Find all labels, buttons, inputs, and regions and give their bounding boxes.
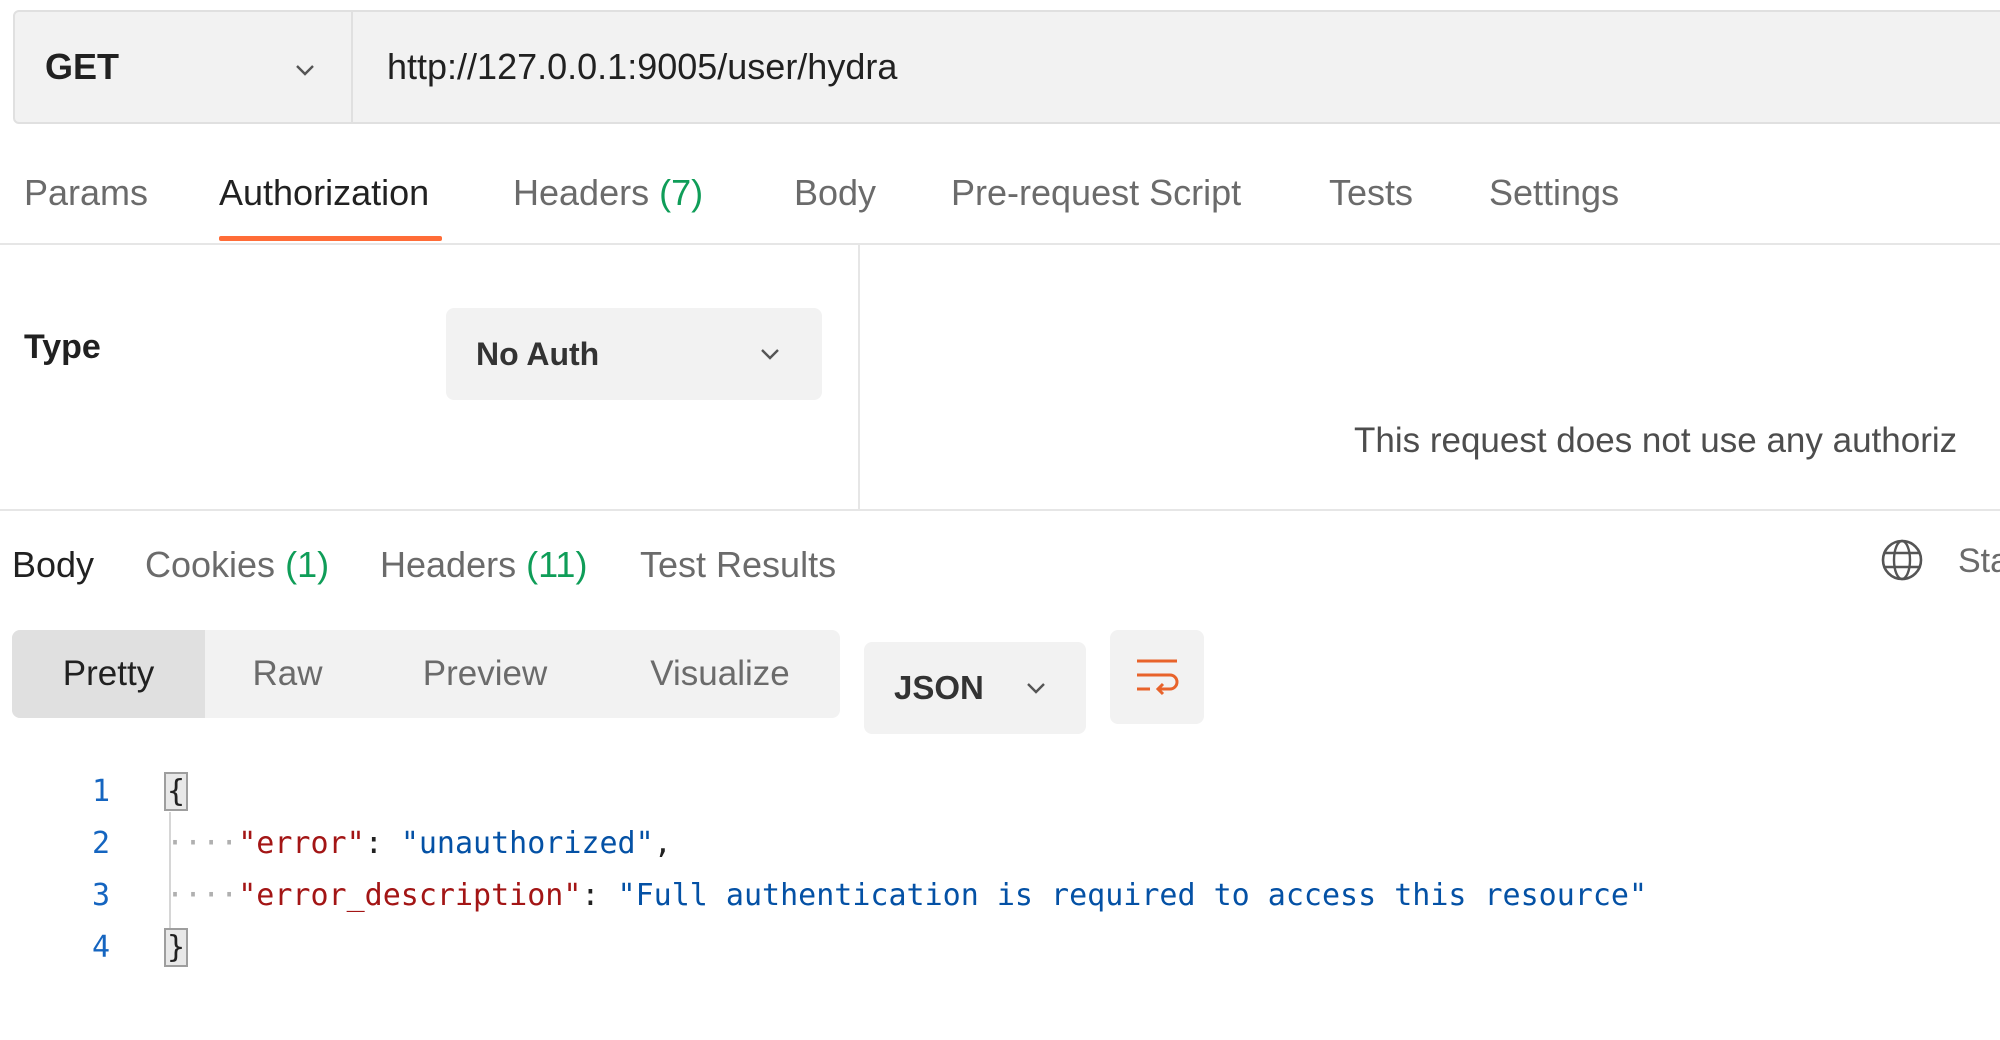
panel-divider — [858, 245, 860, 510]
tab-authorization[interactable]: Authorization — [219, 172, 429, 214]
indent-dots: ···· — [166, 878, 239, 913]
response-tab-body[interactable]: Body — [12, 544, 94, 586]
json-value: "Full authentication is required to acce… — [617, 878, 1648, 913]
view-raw-button[interactable]: Raw — [205, 630, 370, 718]
tab-label: Headers — [513, 172, 650, 213]
tab-count: (11) — [526, 544, 588, 585]
request-tabs: Params Authorization Headers (7) Body Pr… — [0, 166, 2000, 244]
line-number: 3 — [91, 878, 110, 913]
code-line: 3 ····"error_description": "Full authent… — [0, 870, 2000, 922]
code-line: 4 } — [0, 922, 2000, 974]
json-comma: , — [653, 826, 672, 861]
format-value: JSON — [894, 669, 984, 706]
tab-label: Test Results — [640, 544, 837, 585]
json-value: "unauthorized" — [400, 826, 654, 861]
tab-label: Body — [12, 544, 95, 585]
json-separator: : — [364, 826, 401, 861]
tab-headers[interactable]: Headers (7) — [513, 172, 703, 214]
response-tab-headers[interactable]: Headers (11) — [380, 544, 587, 586]
response-tab-test-results[interactable]: Test Results — [640, 544, 836, 586]
view-visualize-button[interactable]: Visualize — [600, 630, 840, 718]
url-text: http://127.0.0.1:9005/user/hydra — [387, 46, 898, 87]
auth-type-select[interactable]: No Auth — [446, 308, 822, 400]
view-pretty-button[interactable]: Pretty — [12, 630, 205, 718]
code-line: 2 ····"error": "unauthorized", — [0, 818, 2000, 870]
view-mode-toggle: Pretty Raw Preview Visualize — [12, 630, 840, 718]
tab-pre-request-script[interactable]: Pre-request Script — [951, 172, 1241, 214]
tab-label: Pre-request Script — [951, 172, 1242, 213]
json-separator: : — [581, 878, 618, 913]
tab-settings[interactable]: Settings — [1489, 172, 1619, 214]
tab-label: Settings — [1489, 172, 1620, 213]
tab-count: (7) — [659, 172, 704, 213]
view-label: Preview — [422, 654, 548, 693]
line-number: 4 — [91, 930, 110, 965]
view-label: Visualize — [650, 654, 790, 693]
open-brace: { — [163, 772, 189, 811]
tab-label: Cookies — [145, 544, 276, 585]
tab-label: Tests — [1329, 172, 1414, 213]
line-number: 2 — [91, 826, 110, 861]
divider — [0, 509, 2000, 511]
indent-dots: ···· — [166, 826, 239, 861]
auth-type-value: No Auth — [476, 335, 600, 372]
auth-type-label: Type — [24, 328, 101, 366]
tab-label: Authorization — [219, 172, 430, 213]
tab-params[interactable]: Params — [24, 172, 148, 214]
view-label: Raw — [252, 654, 323, 693]
wrap-lines-icon — [1137, 659, 1179, 696]
globe-icon[interactable] — [1880, 538, 1924, 582]
code-line: 1 { — [0, 766, 2000, 818]
url-input[interactable]: http://127.0.0.1:9005/user/hydra — [353, 12, 2000, 122]
chevron-down-icon — [1027, 683, 1045, 694]
json-key: "error_description" — [238, 878, 582, 913]
request-url-bar: GET http://127.0.0.1:9005/user/hydra — [13, 10, 2000, 124]
tab-tests[interactable]: Tests — [1329, 172, 1413, 214]
tab-count: (1) — [285, 544, 330, 585]
response-tab-cookies[interactable]: Cookies (1) — [145, 544, 329, 586]
close-brace: } — [163, 928, 189, 967]
format-select[interactable]: JSON — [864, 642, 1086, 734]
chevron-down-icon — [296, 65, 314, 76]
json-key: "error" — [238, 826, 365, 861]
tab-label: Headers — [380, 544, 517, 585]
line-number: 1 — [91, 774, 110, 809]
view-preview-button[interactable]: Preview — [370, 630, 600, 718]
no-auth-message: This request does not use any authoriz — [1354, 421, 1958, 460]
tab-label: Body — [794, 172, 877, 213]
view-label: Pretty — [62, 654, 155, 693]
method-label: GET — [45, 46, 120, 87]
method-select[interactable]: GET — [15, 12, 353, 122]
wrap-lines-button[interactable] — [1110, 630, 1204, 724]
tab-label: Params — [24, 172, 149, 213]
chevron-down-icon — [761, 349, 779, 360]
active-tab-indicator — [219, 236, 442, 241]
status-label: Sta — [1958, 542, 2000, 580]
divider — [0, 243, 2000, 245]
tab-body[interactable]: Body — [794, 172, 876, 214]
